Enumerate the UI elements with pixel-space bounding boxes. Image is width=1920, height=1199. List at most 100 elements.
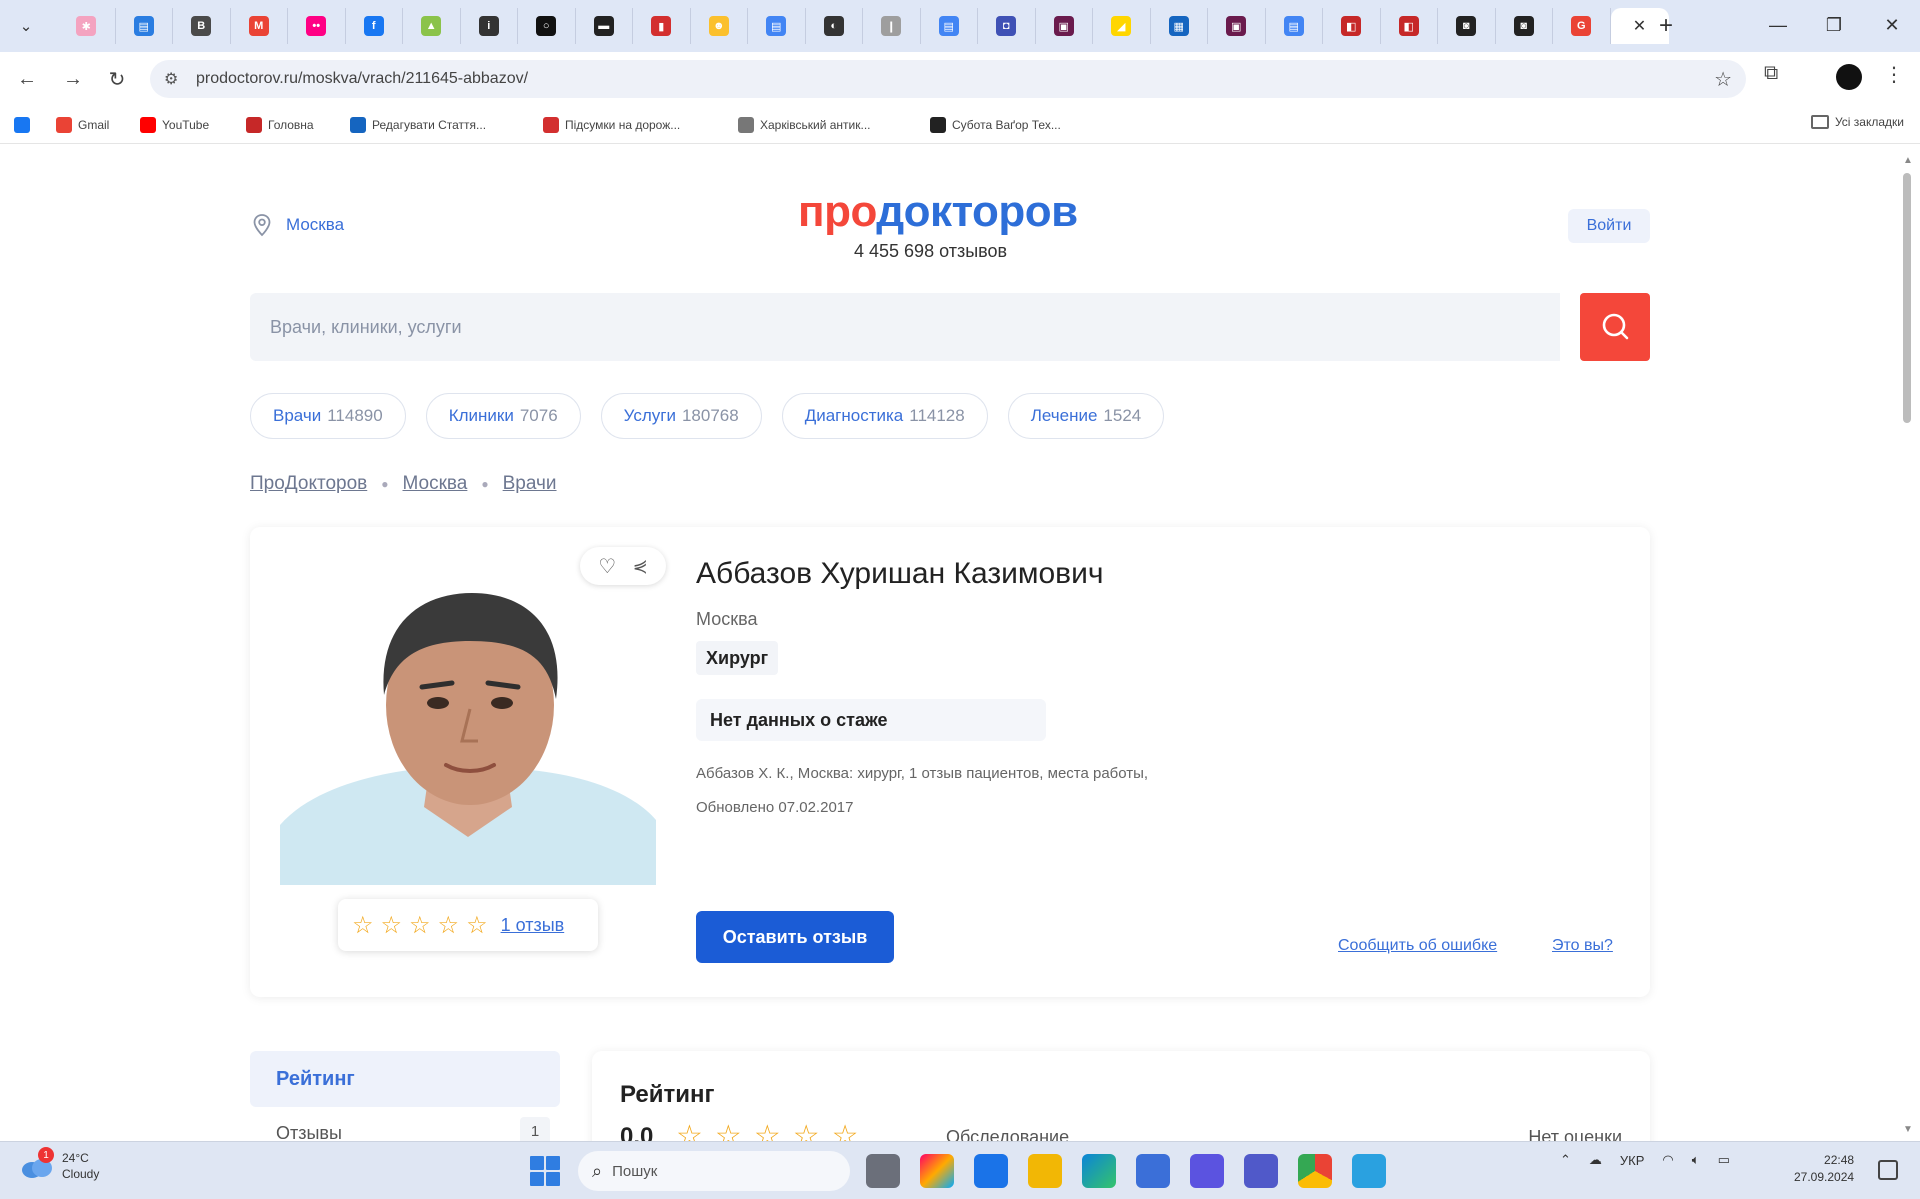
leave-review-button[interactable]: Оставить отзыв: [696, 911, 894, 963]
bookmark-item[interactable]: Субота Ваґор Тех...: [930, 115, 1061, 135]
tab-search-chevron-icon[interactable]: ⌄: [10, 10, 42, 42]
forward-icon[interactable]: →: [56, 62, 90, 96]
city-selector[interactable]: Москва: [250, 213, 344, 237]
mail-icon[interactable]: [974, 1154, 1008, 1188]
battery-icon[interactable]: ▭: [1718, 1152, 1730, 1168]
store-icon[interactable]: [1136, 1154, 1170, 1188]
category-chip[interactable]: Врачи 114890: [250, 393, 406, 439]
extensions-icon[interactable]: ⧉: [1764, 62, 1778, 85]
scroll-down-icon[interactable]: ▼: [1903, 1124, 1913, 1135]
bookmark-star-icon[interactable]: ☆: [1714, 67, 1732, 92]
windows-start-icon[interactable]: [530, 1156, 560, 1186]
breadcrumb-prodoctorov[interactable]: ПроДокторов: [250, 473, 367, 495]
restore-button[interactable]: ❐: [1812, 8, 1856, 42]
browser-tab[interactable]: ◧: [1323, 8, 1381, 44]
browser-tab[interactable]: G: [1553, 8, 1611, 44]
wifi-icon[interactable]: ◠: [1662, 1152, 1673, 1168]
browser-tab[interactable]: ▤: [116, 8, 173, 44]
reviews-link[interactable]: 1 отзыв: [501, 915, 565, 936]
share-icon[interactable]: ⋞: [633, 556, 648, 577]
bookmark-item[interactable]: [14, 115, 36, 135]
taskbar-search[interactable]: ⌕ Пошук: [578, 1151, 850, 1191]
category-chip[interactable]: Клиники 7076: [425, 393, 581, 439]
browser-tab[interactable]: ○: [518, 8, 576, 44]
browser-tab[interactable]: ▮: [633, 8, 691, 44]
category-chip[interactable]: Услуги 180768: [600, 393, 762, 439]
bookmark-item[interactable]: Підсумки на дорож...: [543, 115, 680, 135]
browser-tab[interactable]: ◙: [1496, 8, 1553, 44]
volume-icon[interactable]: 🔈︎: [1692, 1152, 1700, 1168]
bookmark-item[interactable]: Головна: [246, 115, 314, 135]
browser-tab[interactable]: ••: [288, 8, 346, 44]
side-nav-rating[interactable]: Рейтинг: [250, 1051, 560, 1107]
profile-avatar[interactable]: [1836, 64, 1862, 90]
category-chip[interactable]: Диагностика 114128: [781, 393, 988, 439]
scroll-up-icon[interactable]: ▲: [1903, 155, 1913, 166]
bookmark-item[interactable]: Gmail: [56, 115, 109, 135]
browser-tab[interactable]: ▬: [576, 8, 633, 44]
address-bar[interactable]: ⚙ prodoctorov.ru/moskva/vrach/211645-abb…: [150, 60, 1746, 98]
browser-tab[interactable]: ☻: [691, 8, 748, 44]
close-window-button[interactable]: ✕: [1870, 8, 1914, 42]
is-it-you-link[interactable]: Это вы?: [1552, 937, 1613, 955]
app-icon[interactable]: [1190, 1154, 1224, 1188]
browser-menu-icon[interactable]: ⋮: [1884, 62, 1904, 87]
breadcrumb-doctors[interactable]: Врачи: [503, 473, 557, 495]
new-tab-button[interactable]: +: [1650, 10, 1682, 42]
browser-tab[interactable]: ▤: [748, 8, 806, 44]
site-logo[interactable]: продокторов: [798, 187, 1078, 237]
favorite-heart-icon[interactable]: ♡: [598, 554, 616, 579]
search-icon: ⌕: [592, 1160, 603, 1181]
city-label[interactable]: Москва: [286, 215, 344, 235]
back-icon[interactable]: ←: [10, 62, 44, 96]
search-input[interactable]: [250, 293, 1560, 361]
edge-icon[interactable]: [1082, 1154, 1116, 1188]
browser-tab[interactable]: ▲: [403, 8, 461, 44]
browser-tab[interactable]: f: [346, 8, 403, 44]
page-scrollbar[interactable]: ▲ ▼: [1900, 155, 1914, 1135]
telegram-icon[interactable]: [1352, 1154, 1386, 1188]
weather-widget[interactable]: 1 24°C Cloudy: [20, 1147, 99, 1182]
system-clock[interactable]: 22:48 27.09.2024: [1794, 1152, 1854, 1186]
chrome-icon[interactable]: [1298, 1154, 1332, 1188]
task-view-icon[interactable]: [866, 1154, 900, 1188]
browser-tab[interactable]: ◐: [806, 8, 863, 44]
browser-tab[interactable]: ▤: [921, 8, 978, 44]
browser-tab[interactable]: i: [461, 8, 518, 44]
browser-tab[interactable]: ▣: [1036, 8, 1093, 44]
browser-tab[interactable]: ❙: [863, 8, 921, 44]
scroll-thumb[interactable]: [1903, 173, 1911, 423]
specialty-badge[interactable]: Хирург: [696, 641, 779, 675]
copilot-icon[interactable]: [920, 1154, 954, 1188]
login-button[interactable]: Войти: [1568, 209, 1650, 243]
all-bookmarks-button[interactable]: Усі закладки: [1810, 115, 1904, 129]
url-text[interactable]: prodoctorov.ru/moskva/vrach/211645-abbaz…: [196, 70, 528, 88]
notifications-icon[interactable]: [1878, 1160, 1898, 1180]
browser-tab[interactable]: ▣: [1208, 8, 1266, 44]
browser-tab[interactable]: ✱: [58, 8, 116, 44]
bookmark-item[interactable]: Редагувати Стаття...: [350, 115, 486, 135]
tray-chevron-icon[interactable]: ⌃: [1560, 1152, 1571, 1168]
file-explorer-icon[interactable]: [1028, 1154, 1062, 1188]
reload-icon[interactable]: ↻: [100, 62, 134, 96]
bookmark-item[interactable]: YouTube: [140, 115, 209, 135]
report-error-link[interactable]: Сообщить об ошибке: [1338, 937, 1497, 955]
search-button[interactable]: [1580, 293, 1650, 361]
bookmark-item[interactable]: Харківський антик...: [738, 115, 871, 135]
browser-tab[interactable]: B: [173, 8, 231, 44]
category-chip[interactable]: Лечение 1524: [1007, 393, 1165, 439]
input-language[interactable]: УКР: [1620, 1153, 1645, 1168]
site-info-icon[interactable]: ⚙: [164, 69, 178, 89]
browser-tab[interactable]: ◢: [1093, 8, 1151, 44]
browser-tab[interactable]: ◙: [1438, 8, 1496, 44]
browser-tab[interactable]: ▤: [1266, 8, 1323, 44]
breadcrumb-moscow[interactable]: Москва: [403, 473, 468, 495]
browser-tab[interactable]: M: [231, 8, 288, 44]
browser-tab[interactable]: ▦: [1151, 8, 1208, 44]
teams-icon[interactable]: [1244, 1154, 1278, 1188]
browser-tab[interactable]: ◧: [1381, 8, 1438, 44]
side-nav-reviews[interactable]: Отзывы: [276, 1123, 342, 1141]
minimize-button[interactable]: —: [1756, 8, 1800, 42]
tray-app-icon[interactable]: ☁: [1589, 1152, 1602, 1168]
browser-tab[interactable]: ◘: [978, 8, 1036, 44]
